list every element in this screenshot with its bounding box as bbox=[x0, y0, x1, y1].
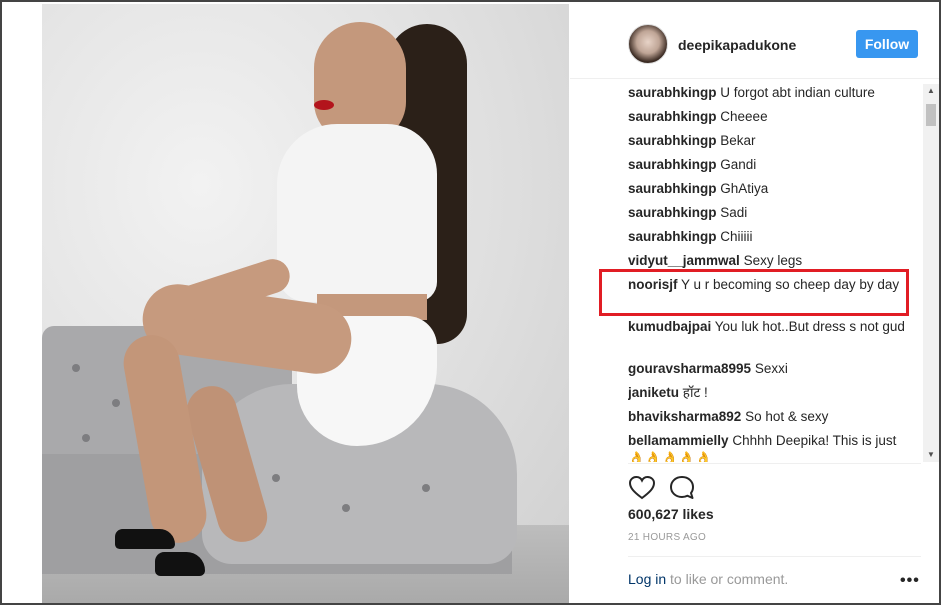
comment-item: bhaviksharma892 So hot & sexy bbox=[628, 408, 912, 426]
lips bbox=[314, 100, 334, 110]
comment-username[interactable]: gouravsharma8995 bbox=[628, 361, 751, 376]
comment-username[interactable]: vidyut__jammwal bbox=[628, 253, 740, 268]
login-link[interactable]: Log in bbox=[628, 571, 666, 587]
more-icon[interactable]: ••• bbox=[900, 572, 920, 590]
sofa-tuft bbox=[342, 504, 350, 512]
post-timestamp: 21 HOURS AGO bbox=[628, 532, 707, 543]
login-prompt-text: to like or comment. bbox=[666, 571, 789, 587]
comment-text: GhAtiya bbox=[720, 181, 769, 196]
comment-text: Sadi bbox=[720, 205, 748, 220]
sofa-tuft bbox=[422, 484, 430, 492]
avatar[interactable] bbox=[628, 24, 668, 64]
comment-item: janiketu हॉट ! bbox=[628, 384, 912, 402]
window-frame: deepikapadukone Follow saurabhkingp U fo… bbox=[0, 0, 941, 605]
comment-username[interactable]: bhaviksharma892 bbox=[628, 409, 741, 424]
comment-text: Sexy legs bbox=[743, 253, 803, 268]
comment-username[interactable]: kumudbajpai bbox=[628, 319, 711, 334]
left-margin bbox=[2, 2, 42, 603]
post-username[interactable]: deepikapadukone bbox=[678, 37, 796, 53]
likes-count[interactable]: 600,627 likes bbox=[628, 506, 714, 522]
comment-icon[interactable] bbox=[668, 474, 696, 502]
comment-item: saurabhkingp Bekar bbox=[628, 132, 912, 150]
comment-text: Chiiiii bbox=[720, 229, 753, 244]
comment-item: saurabhkingp Cheeee bbox=[628, 108, 912, 126]
sofa-tuft bbox=[72, 364, 80, 372]
login-prompt: Log in to like or comment. bbox=[628, 571, 788, 587]
comment-username[interactable]: bellamammielly bbox=[628, 433, 729, 448]
comment-text: Cheeee bbox=[720, 109, 768, 124]
shoe-back bbox=[155, 552, 205, 576]
comment-item: saurabhkingp U forgot abt indian culture bbox=[628, 84, 912, 102]
follow-button[interactable]: Follow bbox=[856, 30, 918, 58]
comment-username[interactable]: saurabhkingp bbox=[628, 157, 717, 172]
divider bbox=[628, 556, 921, 557]
comment-item: saurabhkingp GhAtiya bbox=[628, 180, 912, 198]
comment-item: bellamammielly Chhhh Deepika! This is ju… bbox=[628, 432, 912, 462]
comment-username[interactable]: saurabhkingp bbox=[628, 109, 717, 124]
comment-item: saurabhkingp Chiiiii bbox=[628, 228, 912, 246]
comment-username[interactable]: saurabhkingp bbox=[628, 181, 717, 196]
comment-username[interactable]: saurabhkingp bbox=[628, 85, 717, 100]
sofa-tuft bbox=[272, 474, 280, 482]
shoe-front bbox=[115, 529, 175, 549]
comment-text: Gandi bbox=[720, 157, 757, 172]
scroll-up-arrow-icon[interactable]: ▲ bbox=[923, 84, 939, 98]
post-photo[interactable] bbox=[42, 4, 569, 603]
scroll-down-arrow-icon[interactable]: ▼ bbox=[923, 448, 939, 462]
white-top bbox=[277, 124, 437, 302]
post-header: deepikapadukone Follow bbox=[570, 4, 939, 79]
comment-username[interactable]: saurabhkingp bbox=[628, 205, 717, 220]
comment-username[interactable]: saurabhkingp bbox=[628, 229, 717, 244]
heart-icon[interactable] bbox=[628, 474, 656, 502]
comment-item: kumudbajpai You luk hot..But dress s not… bbox=[628, 318, 912, 336]
comment-username[interactable]: saurabhkingp bbox=[628, 133, 717, 148]
scrollbar-thumb[interactable] bbox=[926, 104, 936, 126]
comments-scrollbar[interactable]: ▲ ▼ bbox=[923, 84, 939, 462]
comment-item: gouravsharma8995 Sexxi bbox=[628, 360, 912, 378]
sofa-tuft bbox=[82, 434, 90, 442]
comment-text: So hot & sexy bbox=[745, 409, 829, 424]
comment-text: हॉट ! bbox=[682, 385, 708, 400]
comment-text: U forgot abt indian culture bbox=[720, 85, 875, 100]
comment-text: You luk hot..But dress s not gud bbox=[714, 319, 905, 334]
comment-item: saurabhkingp Sadi bbox=[628, 204, 912, 222]
comment-item: saurabhkingp Gandi bbox=[628, 156, 912, 174]
comment-username[interactable]: janiketu bbox=[628, 385, 679, 400]
highlight-box bbox=[599, 269, 909, 316]
comment-text: Sexxi bbox=[754, 361, 788, 376]
divider bbox=[628, 463, 921, 464]
comment-text: Bekar bbox=[720, 133, 756, 148]
comment-item: vidyut__jammwal Sexy legs bbox=[628, 252, 912, 270]
sofa-tuft bbox=[112, 399, 120, 407]
